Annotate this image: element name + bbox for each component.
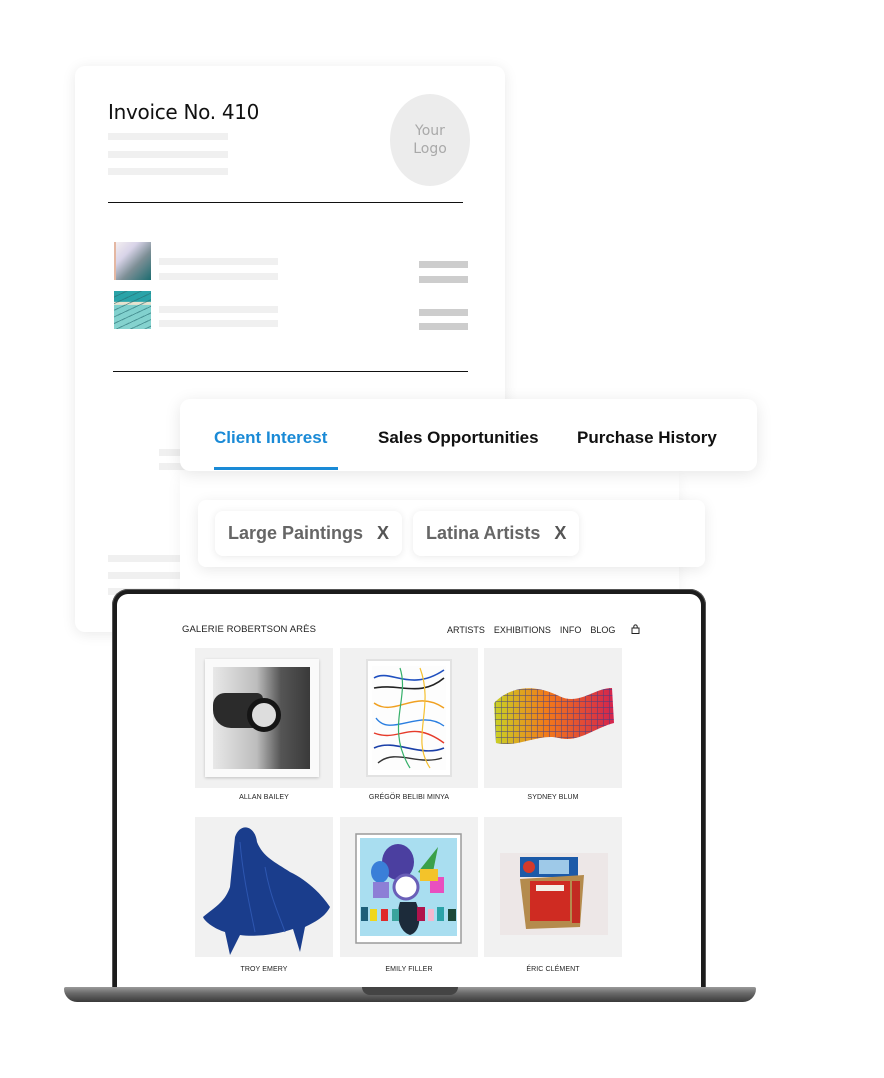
divider [113, 371, 468, 372]
invoice-title: Invoice No. 410 [108, 100, 260, 124]
site-nav: ARTISTS EXHIBITIONS INFO BLOG [447, 625, 615, 635]
artwork-image[interactable] [195, 648, 333, 788]
artist-name[interactable]: ÉRIC CLÉMENT [484, 966, 622, 973]
placeholder-amount [419, 309, 468, 316]
laptop-notch [362, 987, 458, 995]
placeholder-amount [419, 276, 468, 283]
placeholder-line [159, 306, 278, 313]
placeholder-line [108, 133, 228, 140]
artist-name[interactable]: EMILY FILLER [340, 966, 478, 973]
placeholder-line [159, 320, 278, 327]
artwork-thumbnail [114, 242, 151, 280]
client-tabs: Client Interest Sales Opportunities Purc… [180, 399, 757, 471]
artwork-thumbnail [114, 291, 151, 329]
placeholder-amount [419, 323, 468, 330]
placeholder-line [108, 168, 228, 175]
divider [108, 202, 463, 203]
tab-purchase-history[interactable]: Purchase History [577, 428, 717, 448]
nav-info[interactable]: INFO [560, 625, 582, 635]
tab-client-interest[interactable]: Client Interest [214, 428, 327, 448]
placeholder-line [159, 273, 278, 280]
interest-tags: Large Paintings X Latina Artists X [198, 500, 705, 567]
tag-label: Large Paintings [228, 523, 364, 543]
artist-name[interactable]: ALLAN BAILEY [195, 794, 333, 801]
laptop-screen: GALERIE ROBERTSON ARÈS ARTISTS EXHIBITIO… [117, 594, 701, 989]
site-title[interactable]: GALERIE ROBERTSON ARÈS [182, 624, 316, 635]
artwork-image[interactable] [484, 648, 622, 788]
logo-placeholder: Your Logo [390, 94, 470, 186]
artwork-image[interactable] [340, 648, 478, 788]
laptop-base [64, 987, 756, 1002]
artist-name[interactable]: GRÉGÖR BELIBI MINYA [340, 794, 478, 801]
placeholder-line [108, 151, 228, 158]
nav-artists[interactable]: ARTISTS [447, 625, 485, 635]
artist-name[interactable]: TROY EMERY [195, 966, 333, 973]
tag-label: Latina Artists [426, 523, 541, 543]
placeholder-line [159, 258, 278, 265]
tab-sales-opportunities[interactable]: Sales Opportunities [378, 428, 539, 448]
placeholder-amount [419, 261, 468, 268]
laptop: GALERIE ROBERTSON ARÈS ARTISTS EXHIBITIO… [112, 589, 706, 989]
remove-tag-icon[interactable]: X [377, 523, 389, 544]
artwork-image[interactable] [195, 817, 333, 957]
remove-tag-icon[interactable]: X [554, 523, 566, 544]
active-tab-indicator [214, 467, 338, 470]
shopping-bag-icon[interactable] [631, 624, 640, 634]
nav-exhibitions[interactable]: EXHIBITIONS [494, 625, 551, 635]
artist-name[interactable]: SYDNEY BLUM [484, 794, 622, 801]
tag-chip: Latina Artists X [413, 511, 580, 556]
artwork-image[interactable] [484, 817, 622, 957]
tag-chip: Large Paintings X [215, 511, 403, 556]
artwork-image[interactable] [340, 817, 478, 957]
nav-blog[interactable]: BLOG [590, 625, 615, 635]
